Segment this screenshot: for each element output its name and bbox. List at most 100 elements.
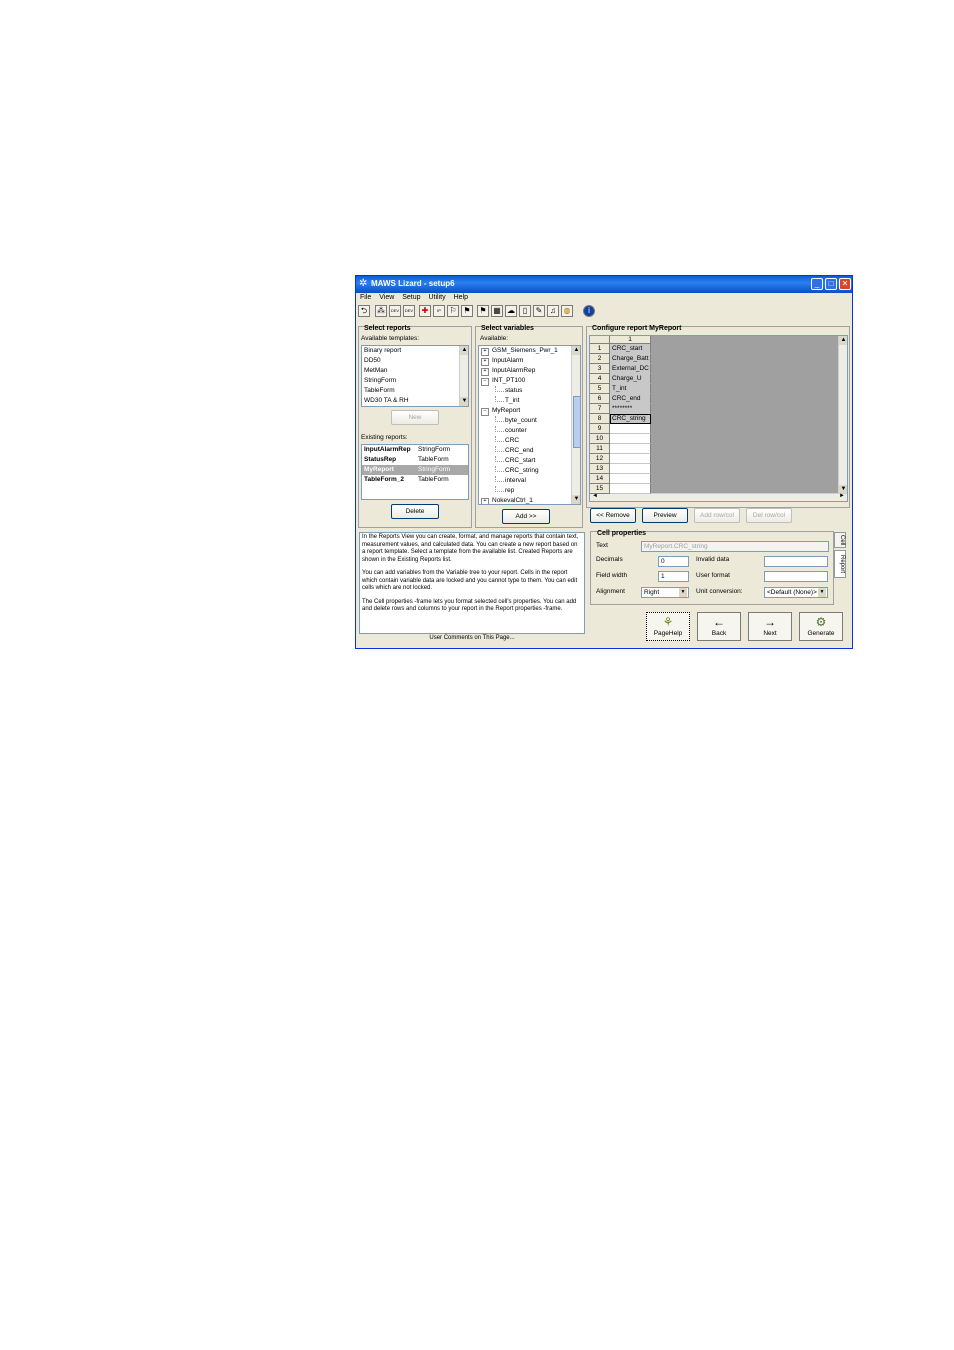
globe-icon[interactable]: ◍ [561, 305, 573, 317]
grid-cell[interactable]: CRC_end [610, 394, 651, 404]
tree-node[interactable]: + InputAlarmRep [479, 366, 580, 376]
grid-cell[interactable] [610, 434, 651, 444]
row-header[interactable]: 6 [590, 394, 610, 404]
remove-button[interactable]: << Remove [590, 508, 636, 523]
ip-icon[interactable]: IP [433, 305, 445, 317]
tree-node[interactable]: − INT_PT100 [479, 376, 580, 386]
menu-utility[interactable]: Utility [428, 293, 445, 303]
tree-node[interactable]: counter [479, 426, 580, 436]
row-header[interactable]: 14 [590, 474, 610, 484]
existing-report-row[interactable]: StatusRep TableForm [362, 455, 468, 465]
table-icon[interactable]: ▦ [491, 305, 503, 317]
cell-text-field[interactable]: MyReport.CRC_string [641, 541, 829, 552]
scroll-up-icon[interactable]: ▲ [460, 346, 468, 355]
collapse-icon[interactable]: − [481, 378, 489, 386]
templates-list[interactable]: Binary report DD50 MetMan StringForm Tab… [361, 345, 469, 407]
unit-conversion-select[interactable]: <Default (None)> ▼ [764, 587, 828, 598]
collapse-icon[interactable]: − [481, 408, 489, 416]
invalid-data-field[interactable] [764, 556, 828, 567]
cloud-icon[interactable]: ☁ [505, 305, 517, 317]
grid-cell[interactable]: CRC_string [610, 414, 651, 424]
menu-setup[interactable]: Setup [402, 293, 420, 303]
tree-node[interactable]: T_int [479, 396, 580, 406]
decimals-field[interactable]: 0 [658, 556, 689, 567]
expand-icon[interactable]: + [481, 368, 489, 376]
list-item[interactable]: DD50 [362, 356, 468, 366]
scroll-thumb[interactable] [573, 396, 580, 448]
list-item[interactable]: MetMan [362, 366, 468, 376]
run-icon[interactable]: ⚑ [461, 305, 473, 317]
delete-report-button[interactable]: Delete [391, 504, 439, 519]
bell-icon[interactable]: ♫ [547, 305, 559, 317]
flag-icon[interactable]: ⚑ [477, 305, 489, 317]
generate-button[interactable]: ⚙ Generate [799, 612, 843, 641]
chevron-down-icon[interactable]: ▼ [679, 588, 687, 597]
expand-icon[interactable]: + [481, 358, 489, 366]
user-comments-link[interactable]: User Comments on This Page... [359, 633, 585, 642]
tab-report[interactable]: Report [834, 550, 846, 578]
new-report-button[interactable]: New [391, 410, 439, 425]
scroll-up-icon[interactable]: ▲ [839, 336, 847, 345]
list-item[interactable]: WD30 TA & RH [362, 396, 468, 406]
tree-node[interactable]: interval [479, 476, 580, 486]
dev-icon[interactable]: DEV [403, 305, 415, 317]
grid-cell[interactable]: Charge_Batt [610, 354, 651, 364]
row-header[interactable]: 7 [590, 404, 610, 414]
variable-tree[interactable]: + GSM_Siemens_Pwr_1 + InputAlarm + InputAlarm… [478, 345, 581, 505]
list-item[interactable]: Binary report [362, 346, 468, 356]
row-header[interactable]: 10 [590, 434, 610, 444]
scroll-right-icon[interactable]: ► [839, 493, 845, 499]
grid-cell[interactable]: ******** [610, 404, 651, 414]
pencil-icon[interactable]: ✎ [533, 305, 545, 317]
user-format-field[interactable] [764, 571, 828, 582]
grid-cell[interactable] [610, 424, 651, 434]
dev-icon[interactable]: DEV [389, 305, 401, 317]
row-header[interactable]: 15 [590, 484, 610, 494]
tree-node[interactable]: CRC_start [479, 456, 580, 466]
chevron-down-icon[interactable]: ▼ [818, 588, 826, 597]
row-header[interactable]: 13 [590, 464, 610, 474]
preview-button[interactable]: Preview [642, 508, 688, 523]
expand-icon[interactable]: + [481, 348, 489, 356]
grid-cell[interactable] [610, 464, 651, 474]
row-header[interactable]: 4 [590, 374, 610, 384]
tab-cell[interactable]: Cell [834, 532, 846, 548]
menu-file[interactable]: File [360, 293, 371, 303]
network-icon[interactable]: ⁂ [375, 305, 387, 317]
report-grid[interactable]: 1 ▲ ▼ ◄ ► 1 CRC_start 2 Charge_Batt 3 Externa… [589, 335, 848, 502]
existing-report-row[interactable]: InputAlarmRep StringForm [362, 445, 468, 455]
grid-cell[interactable]: Charge_U [610, 374, 651, 384]
grid-cell[interactable] [610, 454, 651, 464]
scroll-down-icon[interactable]: ▼ [460, 397, 468, 406]
info-icon[interactable]: i [583, 305, 595, 317]
page-icon[interactable]: ▯ [519, 305, 531, 317]
tree-node[interactable]: + NokevalCtrl_1 [479, 496, 580, 504]
grid-hscrollbar[interactable]: ◄ ► [590, 493, 847, 501]
grid-cell[interactable] [610, 474, 651, 484]
minimize-button[interactable]: _ [811, 278, 823, 290]
grid-cell[interactable]: External_DC [610, 364, 651, 374]
grid-cell[interactable]: CRC_start [610, 344, 651, 354]
row-header[interactable]: 5 [590, 384, 610, 394]
tree-node[interactable]: − MyReport [479, 406, 580, 416]
row-header[interactable]: 12 [590, 454, 610, 464]
row-header[interactable]: 3 [590, 364, 610, 374]
templates-scrollbar[interactable]: ▲ ▼ [459, 346, 468, 406]
field-width-field[interactable]: 1 [658, 571, 689, 582]
row-header[interactable]: 11 [590, 444, 610, 454]
menu-help[interactable]: Help [454, 293, 468, 303]
row-header[interactable]: 2 [590, 354, 610, 364]
tree-node[interactable]: CRC [479, 436, 580, 446]
expand-icon[interactable]: + [481, 498, 489, 504]
grid-vscrollbar[interactable]: ▲ ▼ [838, 336, 847, 494]
tree-node[interactable]: CRC_string [479, 466, 580, 476]
list-item[interactable]: StringForm [362, 376, 468, 386]
menu-view[interactable]: View [379, 293, 394, 303]
connect-icon[interactable]: ✚ [419, 305, 431, 317]
tree-node[interactable]: CRC_end [479, 446, 580, 456]
add-rowcol-button[interactable]: Add row/col [694, 508, 740, 523]
variable-tree-scrollbar[interactable]: ▲ ▼ [571, 346, 580, 504]
del-rowcol-button[interactable]: Del row/col [746, 508, 792, 523]
close-button[interactable]: ✕ [839, 278, 851, 290]
scroll-up-icon[interactable]: ▲ [572, 346, 580, 355]
